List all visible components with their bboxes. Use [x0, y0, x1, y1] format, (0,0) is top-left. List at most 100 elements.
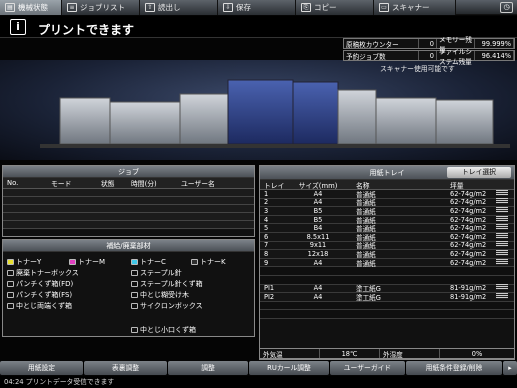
paper-level-icon: [496, 241, 508, 248]
paper-level-icon: [496, 249, 508, 256]
job-row[interactable]: [3, 213, 254, 221]
supply-panel-title: 補給/廃棄部材: [3, 240, 254, 252]
cyclone-icon: [131, 303, 138, 309]
supply-staple: ステープル針: [131, 268, 182, 278]
status-line: 04:24 プリントデータ受信できます: [0, 376, 517, 388]
supply-staple-waste: ステープル針くず箱: [131, 279, 203, 289]
status-message: プリントできます: [38, 23, 135, 37]
col-time: 時間(分): [131, 180, 157, 188]
tray-number: PI2: [264, 292, 275, 301]
col-state: 状態: [101, 180, 115, 188]
tab-recall[interactable]: ⇧ 読出し: [140, 0, 218, 15]
tray-level: [496, 249, 512, 258]
tray-number: 9: [264, 258, 269, 267]
supply-saddle-trim: 中とじ両端くず箱: [7, 301, 72, 311]
tray-panel-title: 用紙トレイ: [369, 169, 405, 177]
paper-level-icon: [496, 292, 508, 299]
toner-k-icon: [191, 259, 198, 265]
staple-icon: [131, 270, 138, 276]
machine-illustration: [0, 60, 517, 160]
tab-machine-status[interactable]: ▤ 機械状態: [0, 0, 62, 15]
tray-level: [496, 241, 512, 249]
scanner-icon: ▭: [379, 3, 389, 12]
toner-c-icon: [131, 259, 138, 265]
paper-condition-button[interactable]: 用紙条件登録/削除: [406, 361, 502, 375]
next-arrow-icon[interactable]: ▸: [503, 361, 517, 375]
job-list[interactable]: [3, 189, 254, 229]
paper-level-icon: [496, 206, 508, 213]
tray-size: B5: [313, 206, 323, 215]
tab-job-list[interactable]: ≡ ジョブリスト: [62, 0, 140, 15]
user-guide-button[interactable]: ユーザーガイド: [330, 361, 405, 375]
tray-row: [260, 310, 514, 319]
tray-panel-header: 用紙トレイ トレイ選択: [260, 166, 514, 180]
front-back-adjust-button[interactable]: 表裏調整: [84, 361, 167, 375]
paper-level-icon: [496, 284, 508, 291]
tray-size: B4: [313, 224, 323, 233]
tray-weight: 62-74g/m2: [450, 189, 487, 198]
tray-weight: 81-91g/m2: [450, 292, 487, 301]
tray-weight: 62-74g/m2: [450, 206, 487, 215]
paper-level-icon: [496, 232, 508, 239]
tab-save[interactable]: ⇩ 保存: [218, 0, 296, 15]
tray-number: 8: [264, 249, 269, 258]
tray-number: 3: [264, 206, 269, 215]
supply-waste-toner: 廃棄トナーボックス: [7, 268, 79, 278]
tray-weight: 62-74g/m2: [450, 215, 487, 224]
tray-paper-name: 塗工紙G: [356, 293, 381, 302]
trim-waste-icon: [131, 327, 138, 333]
supply-panel: 補給/廃棄部材 トナーY トナーM トナーC トナーK 廃棄トナーボックス ステ…: [2, 239, 255, 337]
ru-curl-adjust-button[interactable]: RUカール調整: [249, 361, 329, 375]
machine-status-icon: ▤: [5, 3, 15, 12]
tray-list: 1 A4 普通紙 62-74g/m2 2 A4 普通紙 62-74g/m2 3 B5 普通紙 62-7…: [260, 189, 514, 319]
copy-icon: ⎘: [301, 3, 311, 12]
mode-tab-bar: ▤ 機械状態 ≡ ジョブリスト ⇧ 読出し ⇩ 保存 ⎘ コピー ▭ スキャナー ◷: [0, 0, 517, 15]
supply-toner-k: トナーK: [191, 257, 226, 267]
supply-punch-fs: パンチくず箱(FS): [7, 290, 72, 300]
punch-icon: [7, 292, 14, 298]
tray-size: A4: [313, 189, 323, 198]
job-row[interactable]: [3, 189, 254, 197]
job-row[interactable]: [3, 205, 254, 213]
punch-icon: [7, 281, 14, 287]
clock-icon[interactable]: ◷: [500, 2, 513, 13]
tray-weight: 62-74g/m2: [450, 232, 487, 241]
job-row[interactable]: [3, 197, 254, 205]
paper-setting-button[interactable]: 用紙設定: [0, 361, 83, 375]
info-icon: i: [10, 19, 26, 35]
tray-row[interactable]: PI2 A4 塗工紙G 81-91g/m2: [260, 292, 514, 302]
printer-system-image: [40, 79, 510, 148]
col-no: No.: [7, 179, 19, 187]
tray-select-button[interactable]: トレイ選択: [447, 167, 511, 178]
tray-row[interactable]: 9 A4 普通紙 62-74g/m2: [260, 258, 514, 268]
tray-number: 1: [264, 189, 269, 198]
tray-level: [496, 224, 512, 232]
supply-punch-fd: パンチくず箱(FD): [7, 279, 73, 289]
tray-panel: 用紙トレイ トレイ選択 トレイ サイズ(mm) 名称 坪量 1 A4 普通紙 62-7…: [259, 165, 515, 360]
tray-level: [496, 215, 512, 224]
job-list-icon: ≡: [67, 3, 77, 12]
toner-m-icon: [69, 259, 76, 265]
adjust-button[interactable]: 調整: [168, 361, 248, 375]
recall-icon: ⇧: [145, 3, 155, 12]
job-row[interactable]: [3, 221, 254, 229]
tray-weight: 81-91g/m2: [450, 284, 487, 293]
tab-copy[interactable]: ⎘ コピー: [296, 0, 374, 15]
main-screen: ▤ 機械状態 ≡ ジョブリスト ⇧ 読出し ⇩ 保存 ⎘ コピー ▭ スキャナー ◷ i プ…: [0, 0, 517, 388]
tray-weight: 62-74g/m2: [450, 224, 487, 233]
tray-paper-name: 普通紙: [356, 259, 376, 268]
tray-size: A4: [313, 258, 323, 267]
tab-scanner[interactable]: ▭ スキャナー: [374, 0, 456, 15]
supply-toner-y: トナーY: [7, 257, 41, 267]
tray-weight: 62-74g/m2: [450, 258, 487, 267]
tray-size: 8.5x11: [306, 232, 330, 241]
counter-row: 予約ジョブ数 0 ファイルシステム残量 96.414%: [343, 48, 515, 66]
tray-size: A4: [313, 284, 323, 293]
bottom-button-bar: 用紙設定 表裏調整 調整 RUカール調整 ユーザーガイド 用紙条件登録/削除 ▸: [0, 361, 517, 375]
job-table-header: No. モード 状態 時間(分) ユーザー名: [3, 178, 254, 189]
tray-number: 7: [264, 241, 269, 250]
supply-fore-edge: 中とじ小口くず箱: [131, 325, 196, 335]
col-user: ユーザー名: [181, 180, 215, 188]
col-mode: モード: [51, 180, 72, 188]
glue-icon: [131, 292, 138, 298]
